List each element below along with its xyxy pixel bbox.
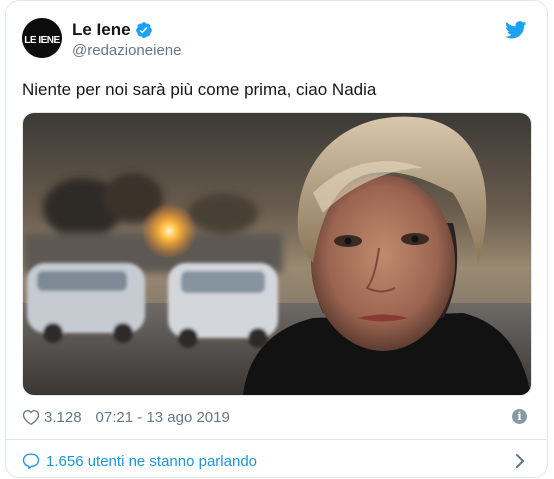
chevron-right-icon (515, 453, 525, 469)
tweet-text: Niente per noi sarà più come prima, ciao… (22, 80, 377, 99)
info-icon[interactable]: i (512, 409, 527, 424)
author-handle[interactable]: @redazioneiene (72, 41, 181, 61)
conversation-link[interactable]: 1.656 utenti ne stanno parlando (22, 450, 531, 472)
tweet-header: LE IENE Le Iene @redazioneiene (22, 15, 531, 63)
avatar[interactable]: LE IENE (22, 18, 62, 58)
portrait-photo (23, 113, 531, 395)
twitter-bird-icon[interactable] (505, 21, 527, 39)
author-name-row[interactable]: Le Iene (72, 19, 181, 40)
tweet-card: LE IENE Le Iene @redazioneiene Niente pe… (5, 0, 548, 478)
avatar-logo-text: LE IENE (24, 35, 60, 46)
divider (6, 439, 547, 440)
author-display-name[interactable]: Le Iene (72, 19, 131, 40)
tweet-photo[interactable] (22, 112, 532, 396)
author-names: Le Iene @redazioneiene (72, 19, 181, 61)
le-iene-logo: LE IENE (22, 18, 62, 58)
heart-icon (22, 408, 40, 426)
like-count: 3.128 (44, 408, 82, 426)
speech-bubble-icon (22, 452, 40, 470)
tweet-meta: 3.128 07:21 - 13 ago 2019 i (22, 406, 531, 428)
conversation-label: 1.656 utenti ne stanno parlando (46, 452, 258, 470)
like-button[interactable]: 3.128 (22, 408, 82, 426)
verified-badge-icon (135, 21, 153, 39)
tweet-timestamp[interactable]: 07:21 - 13 ago 2019 (96, 409, 230, 426)
